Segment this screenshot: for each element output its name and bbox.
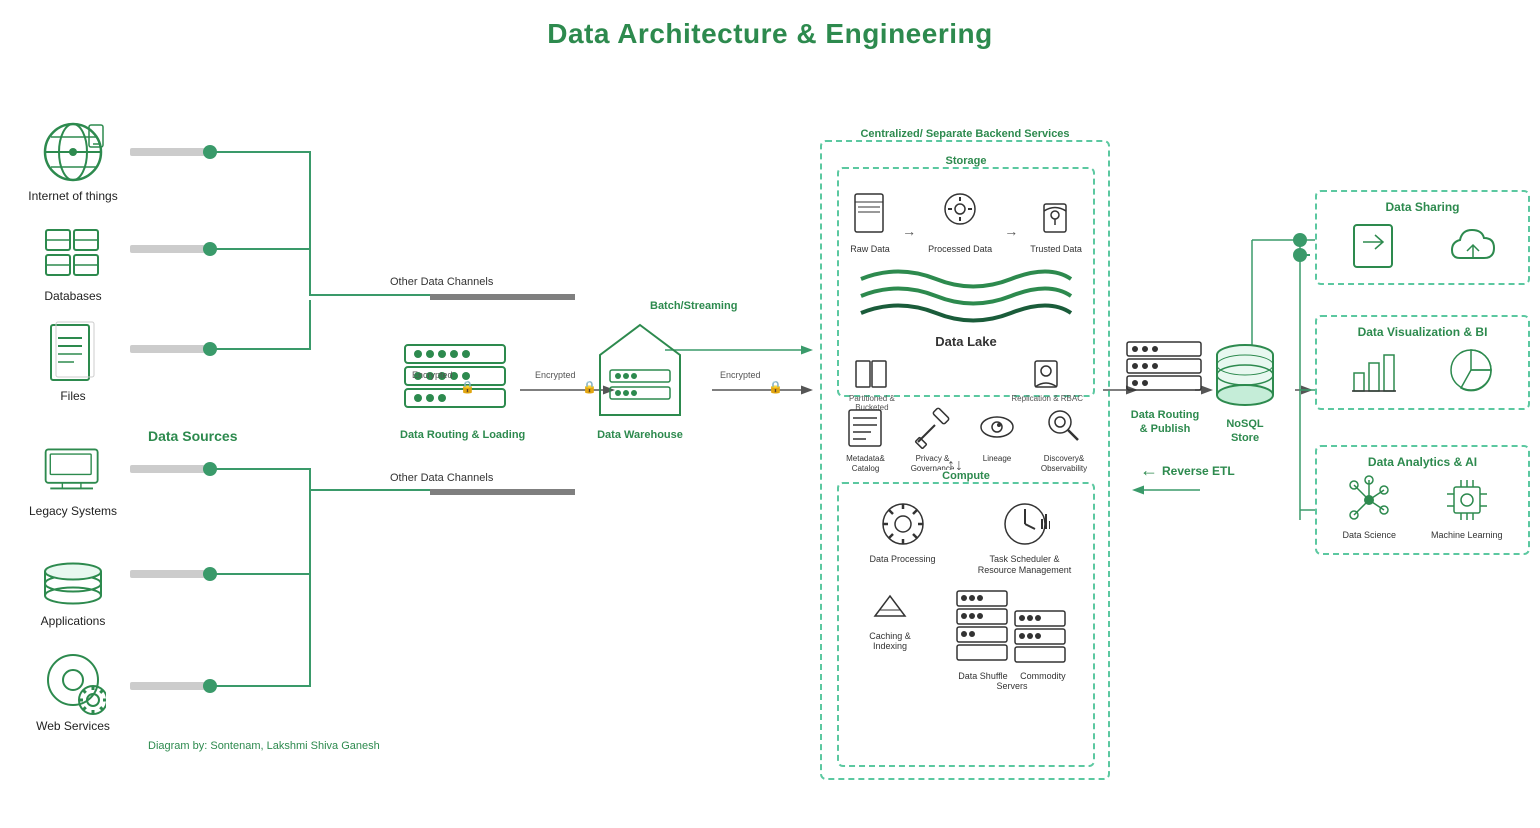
data-sources-label: Data Sources	[148, 428, 237, 444]
servers-icon	[952, 586, 1072, 666]
lineage: Lineage	[970, 407, 1025, 464]
data-processing: Data Processing	[858, 499, 948, 564]
metadata-icon	[846, 407, 886, 449]
reverse-etl-label: Reverse ETL	[1162, 464, 1235, 478]
data-viz-title: Data Visualization & BI	[1325, 325, 1520, 339]
data-analytics-title: Data Analytics & AI	[1325, 455, 1520, 469]
source-iot: Internet of things	[18, 120, 128, 203]
routing-publish-label: Data Routing& Publish	[1125, 408, 1205, 437]
diagram-credit: Diagram by: Sontenam, Lakshmi Shiva Gane…	[148, 740, 380, 752]
webservices-icon	[41, 650, 106, 715]
lower-data-channels-label: Other Data Channels	[390, 472, 493, 484]
source-databases: Databases	[18, 220, 128, 303]
lock-icon-1: 🔒	[460, 380, 475, 394]
source-legacy: Legacy Systems	[18, 435, 128, 518]
machine-learning: Machine Learning	[1431, 475, 1503, 540]
compute-label: Compute	[938, 470, 994, 482]
source-files: Files	[18, 320, 128, 403]
replication-rbac: Replication & RBAC	[1011, 359, 1083, 412]
applications-icon	[41, 545, 106, 610]
routing-publish-icon	[1125, 340, 1205, 400]
data-sharing-title: Data Sharing	[1325, 200, 1520, 214]
nosql-label: NoSQLStore	[1210, 417, 1280, 446]
databases-label: Databases	[44, 289, 101, 303]
routing-loading-label: Data Routing & Loading	[400, 429, 525, 441]
storage-label: Storage	[942, 155, 991, 167]
routing-loading-icon	[400, 340, 515, 420]
data-analytics-box: Data Analytics & AI Data Scien	[1315, 445, 1530, 555]
governance-row: Metadata&Catalog Privacy &Governance	[832, 407, 1100, 473]
encrypted-label-3: Encrypted	[720, 370, 761, 380]
warehouse-icon	[590, 320, 690, 420]
routing-publish: Data Routing& Publish	[1125, 340, 1205, 437]
source-webservices: Web Services	[18, 650, 128, 733]
share-icon	[1349, 220, 1399, 270]
iot-icon	[41, 120, 106, 185]
data-science: Data Science	[1342, 475, 1396, 540]
data-processing-icon	[878, 499, 928, 549]
metadata-catalog: Metadata&Catalog	[836, 407, 896, 473]
storage-box: Storage Raw Data →	[837, 167, 1095, 397]
processed-data: Processed Data	[928, 189, 992, 254]
commodity-servers-stack: Data Shuffle Commodity Servers	[947, 586, 1077, 693]
legacy-icon	[41, 435, 106, 500]
legacy-label: Legacy Systems	[29, 504, 117, 518]
caching-indexing: Caching &Indexing	[855, 586, 925, 653]
backend-label: Centralized/ Separate Backend Services	[856, 128, 1073, 140]
files-label: Files	[60, 389, 85, 403]
backend-dashed-box: Centralized/ Separate Backend Services S…	[820, 140, 1110, 780]
datalake-label: Data Lake	[839, 334, 1093, 349]
discovery-observability: Discovery&Observability	[1032, 407, 1097, 473]
warehouse-label: Data Warehouse	[590, 429, 690, 441]
privacy-icon	[913, 407, 953, 449]
cloud-upload-icon	[1446, 220, 1496, 270]
task-scheduler: Task Scheduler &Resource Management	[975, 499, 1075, 576]
encrypted-label-1: Encrypted	[412, 370, 453, 380]
data-lake: Data Lake	[839, 264, 1093, 349]
partition-icon	[854, 359, 889, 389]
raw-data-icon	[850, 189, 890, 239]
caching-icon	[870, 586, 910, 626]
upper-data-channels-label: Other Data Channels	[390, 276, 493, 288]
ml-icon	[1442, 475, 1492, 525]
lineage-icon	[978, 407, 1016, 449]
partitioned-bucketed: Partitioned & Bucketed	[849, 359, 895, 412]
encrypted-label-2: Encrypted	[535, 370, 576, 380]
nosql-store: NoSQLStore	[1210, 340, 1280, 446]
trusted-data-icon	[1036, 189, 1076, 239]
data-viz-box: Data Visualization & BI	[1315, 315, 1530, 410]
applications-label: Applications	[41, 614, 106, 628]
batch-streaming-label: Batch/Streaming	[650, 300, 737, 312]
discovery-icon	[1045, 407, 1083, 449]
rbac-icon	[1030, 359, 1065, 389]
iot-label: Internet of things	[28, 189, 117, 203]
pie-chart-icon	[1446, 345, 1496, 395]
raw-data: Raw Data	[850, 189, 890, 254]
source-applications: Applications	[18, 545, 128, 628]
databases-icon	[41, 220, 106, 285]
data-sharing-box: Data Sharing	[1315, 190, 1530, 285]
nosql-icon	[1210, 340, 1280, 410]
task-scheduler-icon	[1000, 499, 1050, 549]
webservices-label: Web Services	[36, 719, 110, 733]
connection-lines	[0, 60, 1540, 828]
page-title: Data Architecture & Engineering	[0, 0, 1540, 50]
data-lake-icon	[851, 264, 1081, 334]
data-science-icon	[1344, 475, 1394, 525]
lock-icon-3: 🔒	[768, 380, 783, 394]
data-warehouse: Batch/Streaming Data Warehouse	[590, 320, 690, 441]
processed-data-icon	[940, 189, 980, 239]
compute-box: Compute Data P	[837, 482, 1095, 767]
bar-chart-icon	[1349, 345, 1399, 395]
files-icon	[41, 320, 106, 385]
reverse-etl: ← Reverse ETL	[1140, 460, 1235, 481]
trusted-data: Trusted Data	[1030, 189, 1082, 254]
